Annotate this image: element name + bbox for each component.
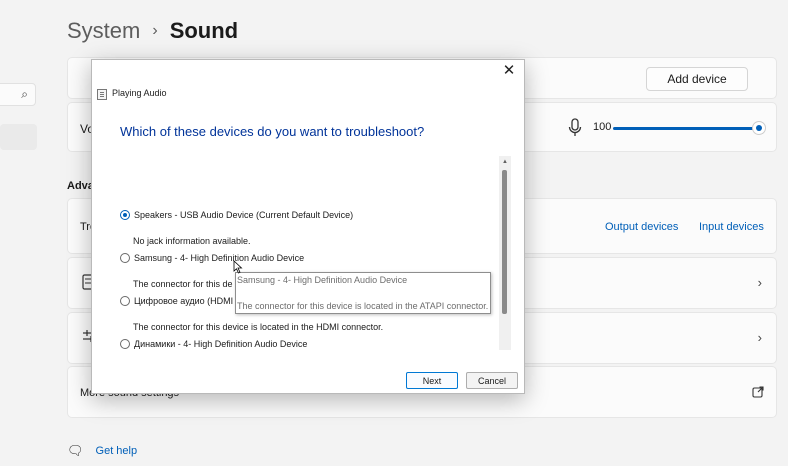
cancel-button[interactable]: Cancel [466, 372, 518, 389]
breadcrumb-parent[interactable]: System [67, 16, 140, 46]
device-option-samsung[interactable]: Samsung - 4- High Definition Audio Devic… [120, 253, 304, 263]
device-option-speakers[interactable]: Speakers - USB Audio Device (Current Def… [120, 210, 353, 220]
dialog-question: Which of these devices do you want to tr… [120, 124, 425, 139]
radio-button[interactable] [120, 253, 130, 263]
dialog-app-title: Playing Audio [112, 88, 167, 98]
scrollbar-thumb[interactable] [502, 170, 507, 314]
next-button[interactable]: Next [406, 372, 458, 389]
get-help-row[interactable]: 🗨 Get help [67, 443, 137, 459]
mouse-cursor-icon [233, 260, 243, 274]
search-input[interactable]: ⌕ [0, 83, 36, 106]
microphone-icon[interactable] [567, 118, 583, 138]
volume-slider-track[interactable] [613, 127, 759, 130]
add-device-button[interactable]: Add device [646, 67, 748, 91]
breadcrumb-separator: › [152, 22, 158, 39]
volume-slider-thumb[interactable] [752, 121, 766, 135]
device-option-label: Цифровое аудио (HDMI [134, 296, 234, 306]
input-devices-link[interactable]: Input devices [699, 221, 764, 233]
close-icon[interactable]: ✕ [500, 62, 518, 80]
breadcrumb: System › Sound [67, 16, 238, 46]
output-devices-link[interactable]: Output devices [605, 221, 678, 233]
page-title: Sound [169, 18, 239, 43]
troubleshooter-dialog: ✕ Playing Audio Which of these devices d… [91, 59, 525, 394]
device-option-description: The connector for this device is located… [133, 322, 384, 332]
device-option-label: Динамики - 4- High Definition Audio Devi… [134, 339, 308, 349]
scroll-up-arrow-icon[interactable]: ▲ [499, 156, 511, 168]
radio-button[interactable] [120, 210, 130, 220]
device-option-label: Speakers - USB Audio Device (Current Def… [134, 210, 354, 220]
volume-value: 100 [593, 121, 612, 133]
device-option-hdmi[interactable]: Цифровое аудио (HDMI [120, 296, 233, 306]
radio-button[interactable] [120, 296, 130, 306]
device-option-description: No jack information available. [133, 236, 251, 246]
device-tooltip: Samsung - 4- High Definition Audio Devic… [235, 272, 491, 314]
search-icon: ⌕ [21, 87, 28, 101]
tooltip-text: The connector for this device is located… [237, 301, 489, 311]
troubleshooter-app-icon [97, 89, 107, 100]
help-icon: 🗨 [67, 443, 84, 458]
device-list-scrollbar[interactable]: ▲ [499, 156, 511, 350]
device-option-label: Samsung - 4- High Definition Audio Devic… [134, 253, 305, 263]
device-list: Speakers - USB Audio Device (Current Def… [92, 156, 511, 350]
chevron-right-icon: › [757, 275, 762, 290]
get-help-link[interactable]: Get help [96, 445, 138, 457]
chevron-right-icon: › [757, 330, 762, 345]
device-option-dinamiki[interactable]: Динамики - 4- High Definition Audio Devi… [120, 339, 307, 349]
open-external-icon [752, 386, 764, 398]
advanced-heading: Adva [67, 180, 94, 192]
sidebar-item-selected[interactable] [0, 124, 37, 150]
device-option-description: The connector for this de [133, 279, 233, 289]
tooltip-title: Samsung - 4- High Definition Audio Devic… [237, 275, 408, 285]
radio-button[interactable] [120, 339, 130, 349]
